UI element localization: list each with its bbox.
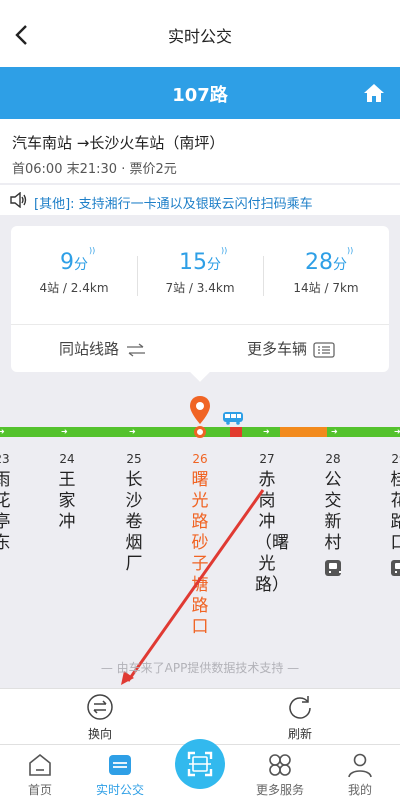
tab-label: 我的 — [347, 783, 372, 797]
arrival-minutes: 28 — [305, 250, 333, 275]
switch-direction-button[interactable]: 换向 — [70, 693, 130, 742]
notice-bar[interactable]: [其他]: 支持湘行一卡通以及银联云闪付扫码乘车 — [0, 185, 400, 215]
home-icon — [364, 84, 384, 102]
switch-direction-label: 换向 — [87, 727, 112, 741]
tab-label: 首页 — [27, 783, 52, 797]
scan-icon — [187, 751, 213, 777]
action-bar: 换向 刷新 — [0, 688, 400, 744]
bottom-tab-bar: 首页 实时公交 更多服务 我的 — [0, 739, 400, 808]
route-direction: 汽车南站 →长沙火车站（南坪） — [12, 134, 225, 152]
tab-realtime-bus[interactable]: 实时公交 — [85, 751, 155, 798]
notice-text: [其他]: 支持湘行一卡通以及银联云闪付扫码乘车 — [34, 197, 313, 212]
refresh-icon — [289, 696, 311, 719]
page-title: 实时公交 — [167, 27, 232, 46]
arrival-minutes: 9 — [60, 250, 74, 275]
home-button[interactable] — [362, 81, 386, 105]
realtime-signal-icon: )) — [347, 246, 354, 255]
divider — [11, 324, 389, 325]
route-bar: 107路 — [0, 67, 400, 119]
realtime-signal-icon: )) — [89, 246, 96, 255]
arrival-detail: 7站 / 3.4km — [165, 281, 235, 295]
arrival-minutes: 15 — [179, 250, 207, 275]
arrival-detail: 14站 / 7km — [293, 281, 359, 295]
tab-mine[interactable]: 我的 — [325, 751, 395, 798]
switch-direction-icon — [87, 694, 113, 720]
arrival-card: 9分 )) 4站 / 2.4km 15分 )) 7站 / 3.4km 28分 )… — [11, 226, 389, 372]
realtime-signal-icon: )) — [221, 246, 228, 255]
arrival-detail: 4站 / 2.4km — [39, 281, 109, 295]
route-info: 汽车南站 →长沙火车站（南坪） 首06:00 末21:30 · 票价2元 — [0, 119, 400, 183]
tab-label: 实时公交 — [95, 783, 144, 797]
arrival-unit: 分 — [74, 257, 88, 273]
arrival-item[interactable]: 9分 )) 4站 / 2.4km — [11, 246, 137, 296]
arrival-unit: 分 — [207, 257, 221, 273]
refresh-label: 刷新 — [287, 727, 312, 741]
same-station-lines-button[interactable]: 同站线路 — [59, 338, 147, 359]
speaker-icon — [10, 192, 27, 208]
user-icon — [348, 753, 372, 778]
home-tab-icon — [29, 753, 51, 776]
bus-tab-icon — [109, 755, 131, 775]
route-line-view[interactable]: ➜ ➜ ➜ ➜ ➜ ➜ 23 雨花亭东 24 王家冲 25 长沙卷烟厂 26 曙… — [0, 395, 400, 685]
more-vehicles-label: 更多车辆 — [247, 340, 308, 358]
arrival-item[interactable]: 15分 )) 7站 / 3.4km — [137, 246, 263, 296]
grid-icon — [269, 754, 291, 776]
switch-lines-icon — [127, 342, 146, 357]
top-bar: 实时公交 — [0, 0, 400, 67]
more-vehicles-button[interactable]: 更多车辆 — [247, 338, 335, 359]
tab-more-services[interactable]: 更多服务 — [245, 751, 315, 798]
data-credit: — 由车来了APP提供数据技术支持 — — [100, 661, 300, 675]
tab-home[interactable]: 首页 — [5, 751, 75, 798]
arrival-unit: 分 — [333, 257, 347, 273]
same-station-label: 同站线路 — [59, 340, 120, 358]
annotation-arrow — [121, 489, 265, 685]
arrival-item[interactable]: 28分 )) 14站 / 7km — [263, 246, 389, 296]
route-name: 107路 — [172, 85, 228, 106]
list-icon — [313, 341, 335, 358]
scan-button[interactable] — [175, 739, 225, 789]
tab-label: 更多服务 — [255, 783, 304, 797]
refresh-button[interactable]: 刷新 — [270, 693, 330, 742]
route-schedule: 首06:00 末21:30 · 票价2元 — [12, 162, 177, 177]
